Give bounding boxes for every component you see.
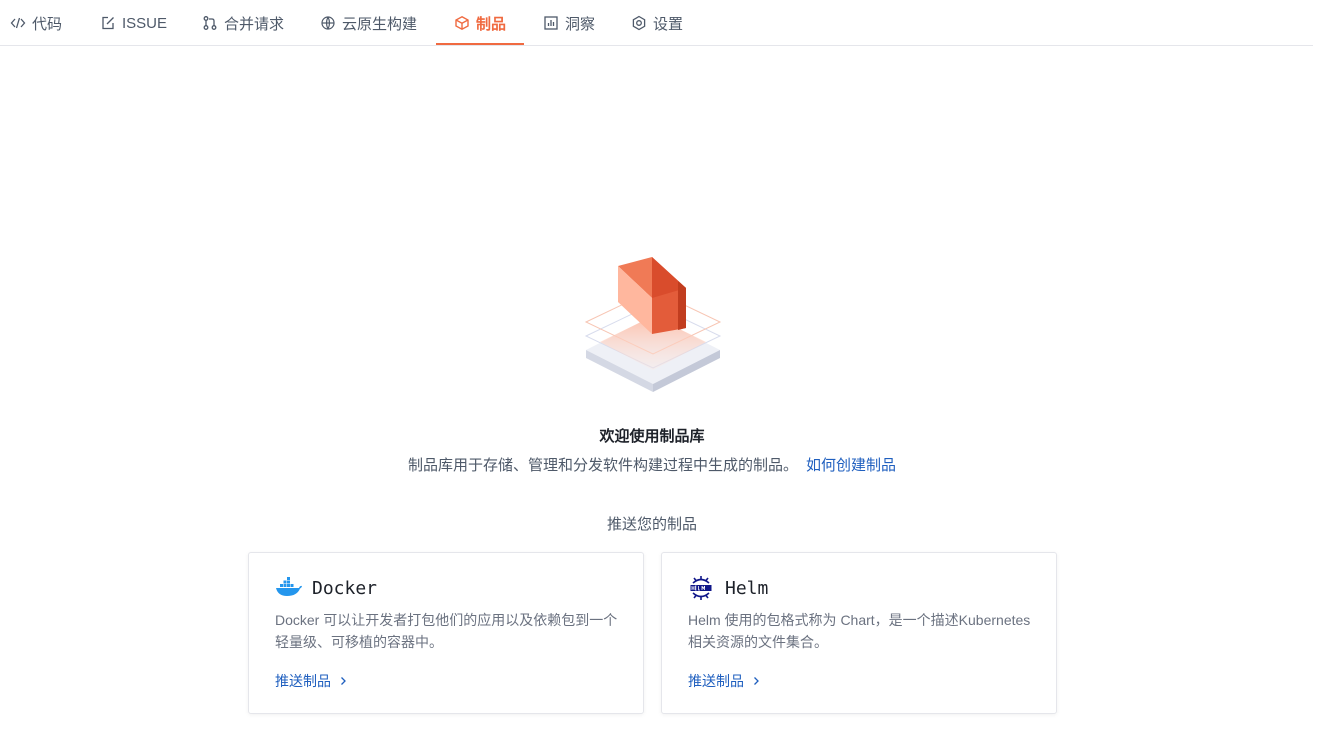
tab-insights[interactable]: 洞察: [543, 0, 595, 46]
chart-icon: [543, 15, 559, 31]
build-icon: [320, 15, 336, 31]
docker-card: Docker Docker 可以让开发者打包他们的应用以及依赖包到一个轻量级、可…: [248, 552, 644, 714]
chevron-right-icon: [339, 676, 347, 686]
docker-card-description: Docker 可以让开发者打包他们的应用以及依赖包到一个轻量级、可移植的容器中。: [275, 612, 618, 650]
active-tab-indicator: [436, 43, 524, 45]
repo-tab-bar: 代码 ISSUE 合并请求 云原生构建 制品 洞察 设置: [0, 0, 1313, 46]
docker-card-title: Docker: [312, 577, 378, 599]
gear-icon: [631, 15, 647, 31]
welcome-description: 制品库用于存储、管理和分发软件构建过程中生成的制品。: [407, 457, 798, 474]
tab-merge-request-label: 合并请求: [224, 15, 285, 33]
helm-card-title: Helm: [725, 577, 769, 599]
welcome-description-row: 制品库用于存储、管理和分发软件构建过程中生成的制品。 如何创建制品: [0, 454, 1304, 475]
code-icon: [10, 15, 26, 31]
how-to-create-link[interactable]: 如何创建制品: [806, 457, 896, 474]
helm-push-link-label: 推送制品: [688, 673, 744, 689]
chevron-right-icon: [752, 676, 760, 686]
helm-icon: [688, 575, 716, 601]
package-icon: [454, 15, 470, 31]
docker-icon: [275, 575, 303, 601]
tab-packages-label: 制品: [476, 15, 507, 33]
tab-insights-label: 洞察: [565, 15, 596, 33]
tab-packages[interactable]: 制品: [454, 0, 506, 46]
tab-code-label: 代码: [32, 15, 63, 33]
helm-card-header: Helm: [688, 575, 768, 601]
tab-cloud-native-build[interactable]: 云原生构建: [320, 0, 417, 46]
tab-settings-label: 设置: [653, 15, 684, 33]
tab-cloud-native-build-label: 云原生构建: [342, 15, 418, 33]
merge-request-icon: [202, 15, 218, 31]
edit-icon: [100, 15, 116, 31]
helm-card-description: Helm 使用的包格式称为 Chart，是一个描述Kubernetes相关资源的…: [688, 612, 1031, 650]
docker-push-link[interactable]: 推送制品: [275, 671, 347, 691]
tab-settings[interactable]: 设置: [631, 0, 683, 46]
helm-push-link[interactable]: 推送制品: [688, 671, 760, 691]
helm-card: Helm Helm 使用的包格式称为 Chart，是一个描述Kubernetes…: [661, 552, 1057, 714]
docker-push-link-label: 推送制品: [275, 673, 331, 689]
docker-card-header: Docker: [275, 575, 377, 601]
tab-code[interactable]: 代码: [10, 0, 62, 46]
tab-merge-request[interactable]: 合并请求: [202, 0, 284, 46]
tab-issue-label: ISSUE: [122, 14, 168, 32]
welcome-title: 欢迎使用制品库: [599, 428, 705, 445]
push-heading: 推送您的制品: [606, 516, 697, 533]
tab-issue[interactable]: ISSUE: [100, 0, 167, 46]
empty-state-illustration: [580, 250, 726, 400]
